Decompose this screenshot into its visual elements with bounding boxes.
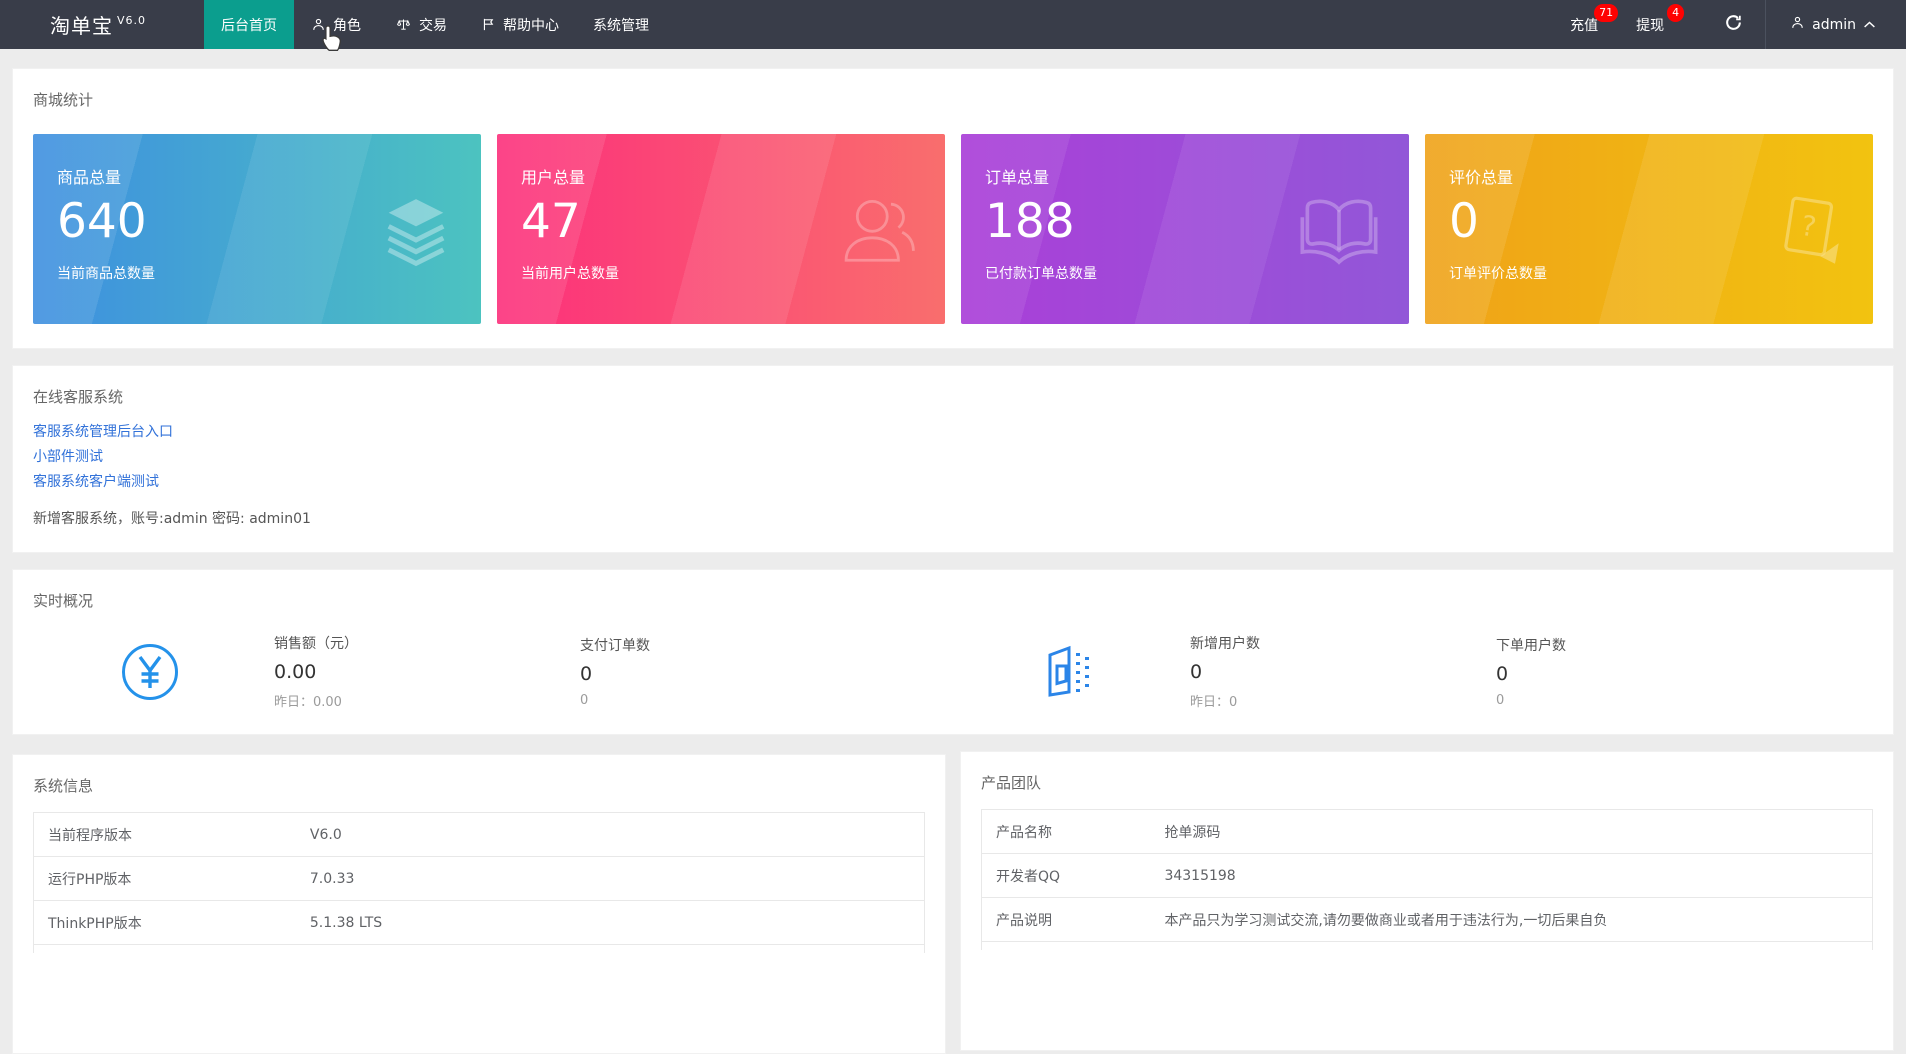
stat-card-reviews: 评价总量 0 订单评价总数量 ? xyxy=(1425,134,1873,324)
review-icon: ? xyxy=(1771,191,1847,273)
user-name: admin xyxy=(1812,17,1856,33)
table-row: ThinkPHP版本 5.1.38 LTS xyxy=(34,901,924,945)
service-note: 新增客服系统，账号:admin 密码: admin01 xyxy=(33,508,1873,528)
nav-item-roles-label: 角色 xyxy=(333,15,361,35)
system-info-table: 当前程序版本 V6.0 运行PHP版本 7.0.33 ThinkPHP版本 5.… xyxy=(33,812,925,953)
layers-icon xyxy=(377,191,455,273)
nav-item-system-label: 系统管理 xyxy=(593,15,649,35)
dashboard-page: 商城统计 商品总量 640 当前商品总数量 用户总量 47 当前用户总数量 订单… xyxy=(0,68,1906,1054)
product-team-panel: 产品团队 产品名称 抢单源码 开发者QQ 34315198 产品说明 本产品只为… xyxy=(960,751,1894,1051)
stat-paid-orders: 支付订单数 0 0 xyxy=(580,635,886,708)
realtime-users-group: 新增用户数 0 昨日：0 下单用户数 0 0 xyxy=(953,633,1873,710)
scales-icon xyxy=(395,17,412,32)
withdraw-label: 提现 xyxy=(1636,18,1664,34)
table-row: 产品说明 本产品只为学习测试交流,请勿要做商业或者用于违法行为,一切后果自负 xyxy=(982,898,1872,942)
users-icon xyxy=(833,190,919,274)
system-info-panel: 系统信息 当前程序版本 V6.0 运行PHP版本 7.0.33 ThinkPHP… xyxy=(12,754,946,1054)
stat-card-users: 用户总量 47 当前用户总数量 xyxy=(497,134,945,324)
stat-new-users: 新增用户数 0 昨日：0 xyxy=(1190,633,1496,710)
table-row: 产品名称 抢单源码 xyxy=(982,810,1872,854)
refresh-button[interactable] xyxy=(1702,0,1765,49)
realtime-panel: 实时概况 销售额（元） 0.00 昨日：0.00 支付订单数 0 0 xyxy=(12,569,1894,735)
nav-item-help[interactable]: 帮助中心 xyxy=(464,0,576,49)
app-logo[interactable]: 淘单宝 V6.0 xyxy=(0,0,204,49)
top-nav: 淘单宝 V6.0 后台首页 角色 交易 帮助中心 系统管理 xyxy=(0,0,1906,49)
stat-ordering-users: 下单用户数 0 0 xyxy=(1496,635,1802,708)
refresh-icon xyxy=(1724,13,1743,36)
card-title: 订单总量 xyxy=(985,164,1409,188)
svg-text:?: ? xyxy=(1799,209,1819,244)
service-admin-entry-link[interactable]: 客服系统管理后台入口 xyxy=(33,420,1873,445)
table-row-clipped xyxy=(34,945,924,953)
card-title: 评价总量 xyxy=(1449,164,1873,188)
nav-item-system[interactable]: 系统管理 xyxy=(576,0,666,49)
service-title: 在线客服系统 xyxy=(33,386,1873,407)
app-title: 淘单宝 xyxy=(50,10,113,39)
stat-card-orders: 订单总量 188 已付款订单总数量 xyxy=(961,134,1409,324)
chevron-up-icon xyxy=(1863,17,1876,33)
table-row: 开发者QQ 34315198 xyxy=(982,854,1872,898)
recharge-button[interactable]: 充值 71 xyxy=(1570,15,1598,35)
mall-stats-panel: 商城统计 商品总量 640 当前商品总数量 用户总量 47 当前用户总数量 订单… xyxy=(12,68,1894,349)
nav-item-help-label: 帮助中心 xyxy=(503,15,559,35)
app-version: V6.0 xyxy=(117,14,146,27)
user-icon xyxy=(311,17,326,32)
book-icon xyxy=(1295,194,1383,270)
main-menu: 后台首页 角色 交易 帮助中心 系统管理 xyxy=(204,0,666,49)
table-row: 运行PHP版本 7.0.33 xyxy=(34,857,924,901)
service-links: 客服系统管理后台入口 小部件测试 客服系统客户端测试 xyxy=(33,420,1873,495)
product-team-title: 产品团队 xyxy=(981,772,1873,793)
table-row-clipped xyxy=(982,942,1872,950)
system-info-title: 系统信息 xyxy=(33,775,925,796)
realtime-sales-group: 销售额（元） 0.00 昨日：0.00 支付订单数 0 0 xyxy=(33,633,953,710)
realtime-row: 销售额（元） 0.00 昨日：0.00 支付订单数 0 0 新增用户数 0 昨日… xyxy=(33,633,1873,710)
admin-user-icon xyxy=(1790,15,1805,34)
flag-icon xyxy=(481,17,496,32)
yuan-circle-icon xyxy=(121,643,179,701)
building-icon xyxy=(1041,644,1095,700)
withdraw-badge: 4 xyxy=(1667,4,1684,22)
stat-sales: 销售额（元） 0.00 昨日：0.00 xyxy=(274,633,580,710)
nav-item-trade-label: 交易 xyxy=(419,15,447,35)
widget-test-link[interactable]: 小部件测试 xyxy=(33,445,1873,470)
product-team-table: 产品名称 抢单源码 开发者QQ 34315198 产品说明 本产品只为学习测试交… xyxy=(981,809,1873,950)
realtime-title: 实时概况 xyxy=(33,590,1873,611)
recharge-badge: 71 xyxy=(1594,4,1618,22)
user-menu[interactable]: admin xyxy=(1766,15,1880,34)
nav-item-home-label: 后台首页 xyxy=(221,15,277,35)
stat-cards: 商品总量 640 当前商品总数量 用户总量 47 当前用户总数量 订单总量 18… xyxy=(33,134,1873,324)
service-panel: 在线客服系统 客服系统管理后台入口 小部件测试 客服系统客户端测试 新增客服系统… xyxy=(12,365,1894,553)
card-title: 商品总量 xyxy=(57,164,481,188)
withdraw-button[interactable]: 提现 4 xyxy=(1636,15,1664,35)
nav-item-trade[interactable]: 交易 xyxy=(378,0,464,49)
service-client-test-link[interactable]: 客服系统客户端测试 xyxy=(33,470,1873,495)
stat-card-products: 商品总量 640 当前商品总数量 xyxy=(33,134,481,324)
mall-stats-title: 商城统计 xyxy=(33,89,1873,110)
recharge-label: 充值 xyxy=(1570,18,1598,34)
nav-item-roles[interactable]: 角色 xyxy=(294,0,378,49)
table-row: 当前程序版本 V6.0 xyxy=(34,813,924,857)
bottom-row: 系统信息 当前程序版本 V6.0 运行PHP版本 7.0.33 ThinkPHP… xyxy=(12,735,1894,1054)
nav-right: 充值 71 提现 4 admin xyxy=(1570,0,1906,49)
nav-item-home[interactable]: 后台首页 xyxy=(204,0,294,49)
card-title: 用户总量 xyxy=(521,164,945,188)
